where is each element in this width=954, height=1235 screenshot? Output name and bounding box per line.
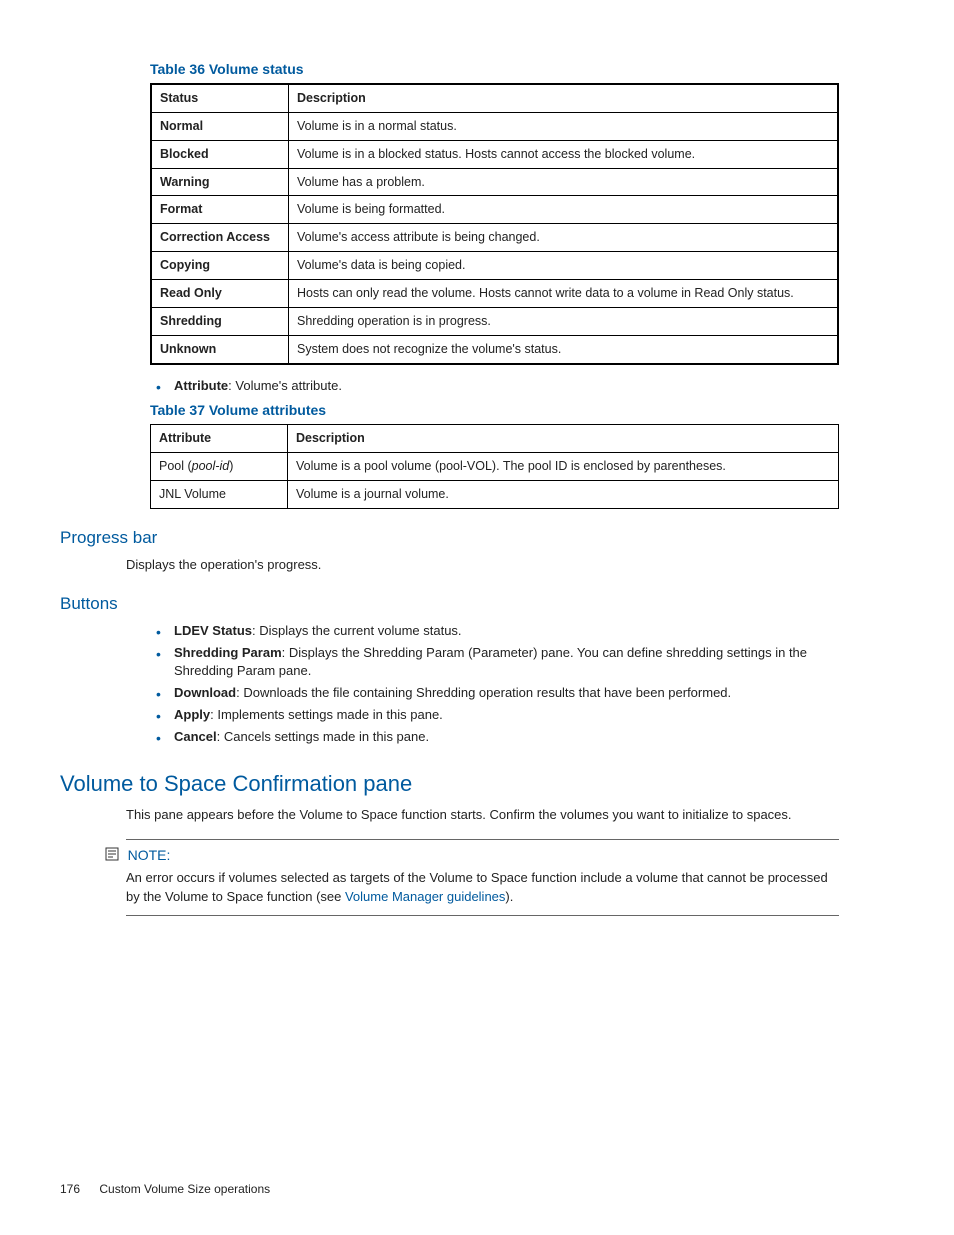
page-footer: 176 Custom Volume Size operations bbox=[60, 1181, 270, 1197]
progress-bar-text: Displays the operation's progress. bbox=[126, 556, 839, 575]
attribute-label: Attribute bbox=[174, 378, 228, 393]
cell-desc: Hosts can only read the volume. Hosts ca… bbox=[289, 280, 839, 308]
table37-header-description: Description bbox=[288, 425, 839, 453]
button-text: : Downloads the file containing Shreddin… bbox=[236, 685, 731, 700]
cell-status: Read Only bbox=[151, 280, 289, 308]
table-row: ShreddingShredding operation is in progr… bbox=[151, 307, 838, 335]
cell-desc: Volume is in a blocked status. Hosts can… bbox=[289, 140, 839, 168]
table36-caption: Table 36 Volume status bbox=[150, 60, 839, 79]
note-icon bbox=[104, 846, 120, 867]
cell-status: Unknown bbox=[151, 335, 289, 363]
cell-status: Normal bbox=[151, 112, 289, 140]
table36: Status Description NormalVolume is in a … bbox=[150, 83, 839, 365]
attribute-bullet: Attribute: Volume's attribute. bbox=[150, 377, 839, 396]
list-item: LDEV Status: Displays the current volume… bbox=[150, 622, 839, 641]
table-row: WarningVolume has a problem. bbox=[151, 168, 838, 196]
list-item: Shredding Param: Displays the Shredding … bbox=[150, 644, 839, 682]
footer-section: Custom Volume Size operations bbox=[99, 1182, 270, 1196]
table-row: BlockedVolume is in a blocked status. Ho… bbox=[151, 140, 838, 168]
table-row: Correction AccessVolume's access attribu… bbox=[151, 224, 838, 252]
cell-status: Blocked bbox=[151, 140, 289, 168]
volume-to-space-heading: Volume to Space Confirmation pane bbox=[60, 769, 839, 799]
cell-attr: JNL Volume bbox=[151, 481, 288, 509]
cell-desc: Volume is a pool volume (pool-VOL). The … bbox=[288, 453, 839, 481]
cell-desc: Volume's access attribute is being chang… bbox=[289, 224, 839, 252]
page-number: 176 bbox=[60, 1182, 80, 1196]
list-item: Apply: Implements settings made in this … bbox=[150, 706, 839, 725]
cell-desc: System does not recognize the volume's s… bbox=[289, 335, 839, 363]
progress-bar-heading: Progress bar bbox=[60, 527, 839, 550]
table36-header-description: Description bbox=[289, 84, 839, 112]
table-row: CopyingVolume's data is being copied. bbox=[151, 252, 838, 280]
cell-desc: Volume has a problem. bbox=[289, 168, 839, 196]
cell-desc: Volume is in a normal status. bbox=[289, 112, 839, 140]
cell-desc: Volume is being formatted. bbox=[289, 196, 839, 224]
cell-status: Format bbox=[151, 196, 289, 224]
table-row: Pool (pool-id) Volume is a pool volume (… bbox=[151, 453, 839, 481]
button-text: : Implements settings made in this pane. bbox=[210, 707, 443, 722]
cell-status: Correction Access bbox=[151, 224, 289, 252]
button-text: : Displays the current volume status. bbox=[252, 623, 462, 638]
cell-desc: Volume's data is being copied. bbox=[289, 252, 839, 280]
button-label: Download bbox=[174, 685, 236, 700]
table-row: Read OnlyHosts can only read the volume.… bbox=[151, 280, 838, 308]
table-row: NormalVolume is in a normal status. bbox=[151, 112, 838, 140]
button-label: Cancel bbox=[174, 729, 217, 744]
cell-attr: Pool (pool-id) bbox=[151, 453, 288, 481]
button-label: LDEV Status bbox=[174, 623, 252, 638]
cell-status: Warning bbox=[151, 168, 289, 196]
table37-header-attribute: Attribute bbox=[151, 425, 288, 453]
table-row: JNL Volume Volume is a journal volume. bbox=[151, 481, 839, 509]
button-label: Apply bbox=[174, 707, 210, 722]
cell-status: Shredding bbox=[151, 307, 289, 335]
attribute-text: : Volume's attribute. bbox=[228, 378, 342, 393]
list-item: Download: Downloads the file containing … bbox=[150, 684, 839, 703]
buttons-heading: Buttons bbox=[60, 593, 839, 616]
button-label: Shredding Param bbox=[174, 645, 282, 660]
volume-to-space-text: This pane appears before the Volume to S… bbox=[126, 806, 839, 825]
table37: Attribute Description Pool (pool-id) Vol… bbox=[150, 424, 839, 509]
note-block: NOTE: An error occurs if volumes selecte… bbox=[126, 839, 839, 915]
note-text: An error occurs if volumes selected as t… bbox=[126, 869, 839, 907]
table37-caption: Table 37 Volume attributes bbox=[150, 401, 839, 420]
table-row: FormatVolume is being formatted. bbox=[151, 196, 838, 224]
volume-manager-guidelines-link[interactable]: Volume Manager guidelines bbox=[345, 889, 505, 904]
list-item: Cancel: Cancels settings made in this pa… bbox=[150, 728, 839, 747]
cell-status: Copying bbox=[151, 252, 289, 280]
table-row: UnknownSystem does not recognize the vol… bbox=[151, 335, 838, 363]
table36-header-status: Status bbox=[151, 84, 289, 112]
cell-desc: Shredding operation is in progress. bbox=[289, 307, 839, 335]
note-label: NOTE: bbox=[128, 847, 171, 863]
button-text: : Cancels settings made in this pane. bbox=[217, 729, 429, 744]
cell-desc: Volume is a journal volume. bbox=[288, 481, 839, 509]
